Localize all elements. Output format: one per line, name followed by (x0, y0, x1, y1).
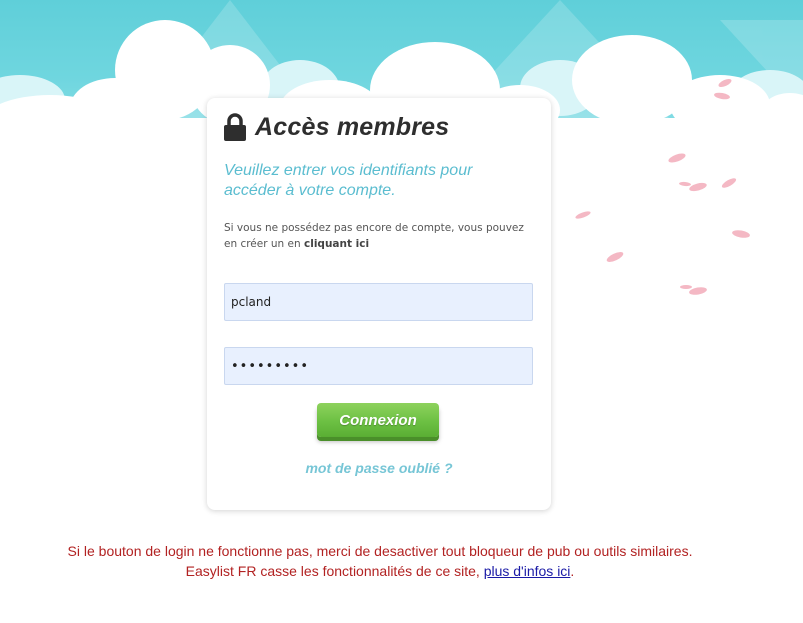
login-subtitle: Veuillez entrer vos identifiants pour ac… (224, 162, 473, 199)
warning-line-2-text: Easylist FR casse les fonctionnalités de… (185, 563, 484, 579)
more-info-link[interactable]: plus d'infos ici (484, 563, 571, 579)
adblock-warning: Si le bouton de login ne fonctionne pas,… (0, 541, 760, 581)
warning-line-2: Easylist FR casse les fonctionnalités de… (0, 561, 760, 581)
lock-icon (224, 113, 246, 141)
login-button[interactable]: Connexion (317, 403, 439, 437)
warning-line-2-end: . (570, 563, 575, 579)
card-header: Accès membres (223, 112, 449, 142)
login-card: Accès membres Veuillez entrer vos identi… (207, 98, 551, 510)
forgot-password-link[interactable]: mot de passe oublié ? (207, 460, 551, 476)
login-page: Accès membres Veuillez entrer vos identi… (0, 0, 803, 623)
password-input[interactable] (224, 347, 533, 385)
page-title: Accès membres (255, 112, 450, 141)
signup-link[interactable]: cliquant ici (304, 238, 369, 250)
signup-info: Si vous ne possédez pas encore de compte… (224, 220, 534, 252)
signup-info-text: Si vous ne possédez pas encore de compte… (224, 222, 524, 250)
warning-line-1: Si le bouton de login ne fonctionne pas,… (67, 543, 693, 559)
username-input[interactable] (224, 283, 533, 321)
